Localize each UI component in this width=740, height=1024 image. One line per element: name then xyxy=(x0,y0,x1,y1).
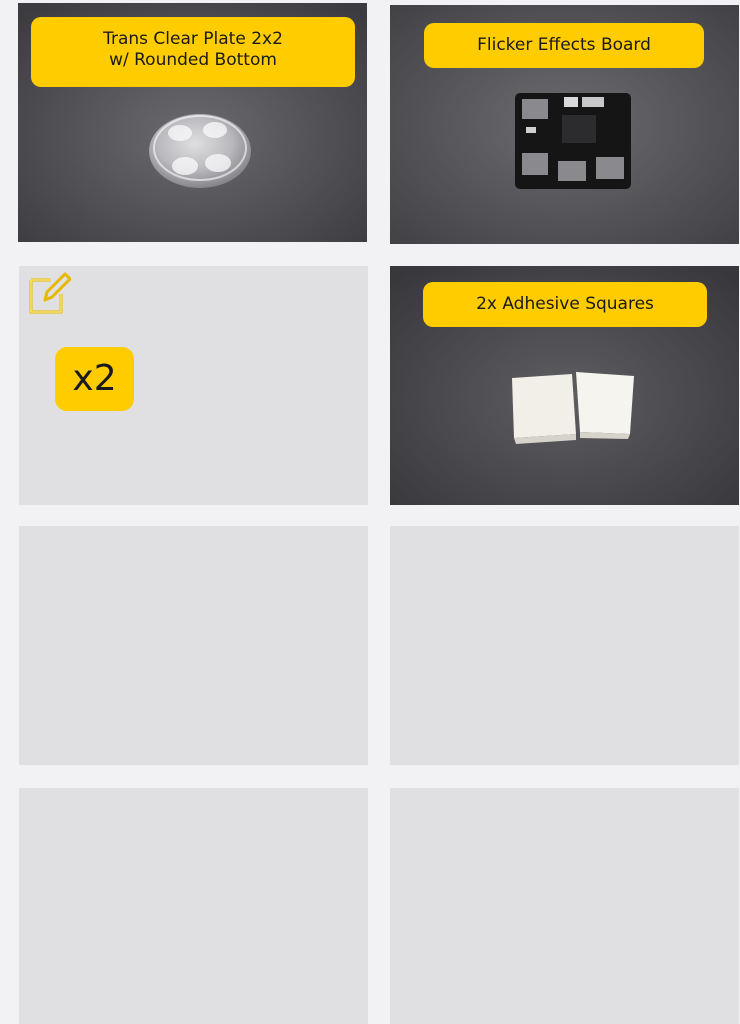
part-label: Flicker Effects Board xyxy=(424,23,704,68)
empty-part-slot xyxy=(390,526,739,765)
part-card-flicker-board[interactable]: Flicker Effects Board xyxy=(390,5,739,244)
part-card-quantity[interactable]: x2 xyxy=(19,266,368,505)
parts-grid: Trans Clear Plate 2x2 w/ Rounded Bottom xyxy=(0,0,740,1024)
quantity-badge: x2 xyxy=(55,347,134,411)
empty-part-slot xyxy=(19,526,368,765)
part-label: Trans Clear Plate 2x2 w/ Rounded Bottom xyxy=(31,17,355,87)
part-label-line1: Trans Clear Plate 2x2 xyxy=(103,29,283,49)
empty-part-slot xyxy=(390,788,739,1024)
part-card-clear-plate[interactable]: Trans Clear Plate 2x2 w/ Rounded Bottom xyxy=(18,3,367,242)
edit-note-icon[interactable] xyxy=(27,270,71,316)
part-label: 2x Adhesive Squares xyxy=(423,282,707,327)
empty-part-slot xyxy=(19,788,368,1024)
part-label-line2: w/ Rounded Bottom xyxy=(109,50,277,70)
part-card-adhesive-squares[interactable]: 2x Adhesive Squares xyxy=(390,266,739,505)
